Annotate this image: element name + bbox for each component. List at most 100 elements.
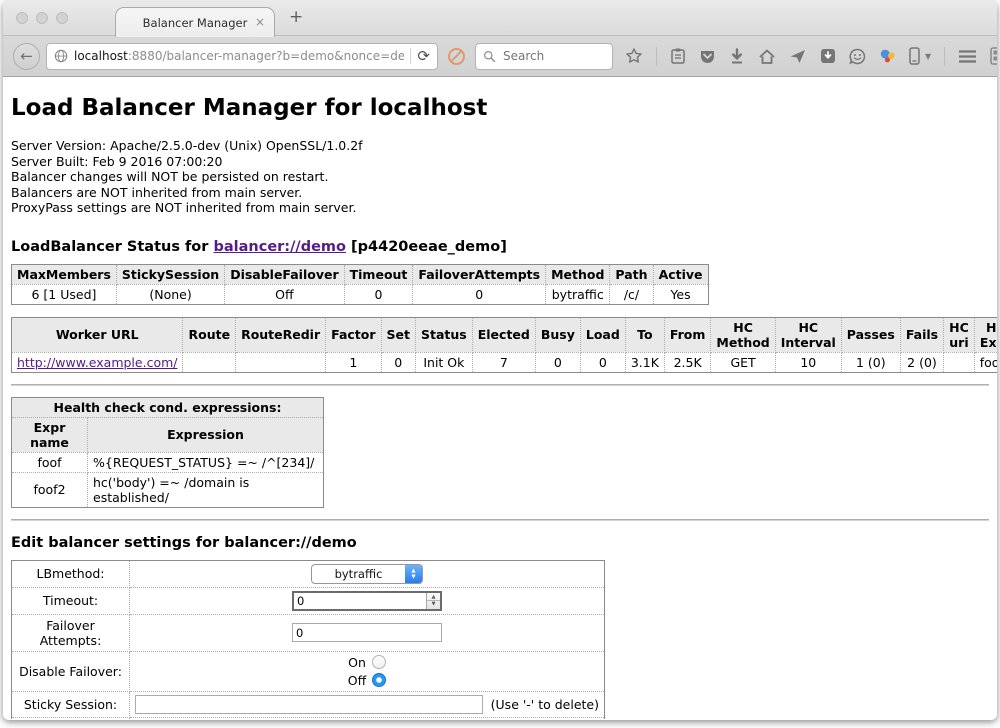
lbmethod-row: LBmethod: bytraffic ▲▼ <box>12 560 605 587</box>
health-check-table: Health check cond. expressions: Expr nam… <box>11 397 324 508</box>
disable-failover-label: Disable Failover: <box>12 651 130 691</box>
cell-route <box>183 352 236 372</box>
timeout-input[interactable] <box>294 593 426 609</box>
zoom-window-button[interactable] <box>56 12 68 24</box>
balancer-summary-table: MaxMembers StickySession DisableFailover… <box>11 264 709 305</box>
chat-smiley-icon[interactable] <box>849 48 866 65</box>
url-host: localhost <box>74 49 128 63</box>
col-hc-interval: HC Interval <box>775 317 841 352</box>
col-disablefailover: DisableFailover <box>225 264 344 284</box>
cell-passes: 1 (0) <box>841 352 900 372</box>
worker-url-link[interactable]: http://www.example.com/ <box>17 355 177 370</box>
pocket-icon[interactable] <box>699 48 716 65</box>
lbmethod-cell: bytraffic ▲▼ <box>130 560 605 587</box>
radio-off[interactable] <box>372 673 386 687</box>
minimize-window-button[interactable] <box>36 12 48 24</box>
toolbar-icons: ▼ <box>625 47 997 66</box>
cell-timeout: 0 <box>344 284 413 304</box>
health-title-row: Health check cond. expressions: <box>12 397 324 417</box>
notice-inherit: Balancers are NOT inherited from main se… <box>11 185 989 201</box>
col-hc-expr: HC Expr <box>974 317 997 352</box>
balancer-data-row: 6 [1 Used] (None) Off 0 0 bytraffic /c/ … <box>12 284 709 304</box>
new-tab-button[interactable]: + <box>289 9 303 26</box>
cell-active: Yes <box>653 284 708 304</box>
page-content: Load Balancer Manager for localhost Serv… <box>3 77 997 719</box>
cell-from: 2.5K <box>664 352 711 372</box>
reading-list-icon[interactable] <box>670 47 686 65</box>
hello-icon[interactable] <box>879 48 896 65</box>
server-version-line: Server Version: Apache/2.5.0-dev (Unix) … <box>11 138 989 154</box>
col-busy: Busy <box>535 317 580 352</box>
close-window-button[interactable] <box>16 12 28 24</box>
window-controls <box>16 12 68 24</box>
tab-close-icon[interactable]: × <box>255 16 265 28</box>
add-worker-cell: Are you sure? <box>130 717 605 719</box>
cell-expression-2: hc('body') =~ /domain is established/ <box>88 472 324 507</box>
device-dropdown-caret[interactable]: ▼ <box>925 52 931 61</box>
sticky-session-note: (Use '-' to delete) <box>491 697 599 712</box>
download-icon[interactable] <box>729 48 745 65</box>
col-load: Load <box>580 317 625 352</box>
cell-fails: 2 (0) <box>900 352 943 372</box>
reload-button[interactable]: ⟳ <box>417 49 430 64</box>
add-worker-label: Add New Worker: <box>12 717 130 719</box>
health-table-title: Health check cond. expressions: <box>12 397 324 417</box>
col-active: Active <box>653 264 708 284</box>
urlbar-divider <box>410 48 411 64</box>
tab-bar: Balancer Manager × + <box>3 0 997 36</box>
cell-set: 0 <box>381 352 415 372</box>
loadbalancer-status-heading: LoadBalancer Status for balancer://demo … <box>11 239 989 255</box>
worker-table: Worker URL Route RouteRedir Factor Set S… <box>11 317 997 373</box>
search-bar[interactable] <box>475 43 613 70</box>
col-from: From <box>664 317 711 352</box>
col-route: Route <box>183 317 236 352</box>
menu-hamburger-icon[interactable] <box>958 49 977 64</box>
radio-on-label: On <box>348 655 366 670</box>
edit-balancer-heading: Edit balancer settings for balancer://de… <box>11 535 989 551</box>
bookmark-star-icon[interactable] <box>625 47 643 65</box>
cell-worker-url: http://www.example.com/ <box>12 352 183 372</box>
notice-persist: Balancer changes will NOT be persisted o… <box>11 169 989 185</box>
browser-window: Balancer Manager × + ← localhost:8880/ba… <box>3 0 997 720</box>
col-maxmembers: MaxMembers <box>12 264 117 284</box>
failover-attempts-input[interactable] <box>292 623 442 642</box>
url-text[interactable]: localhost:8880/balancer-manager?b=demo&n… <box>74 49 404 63</box>
cell-disablefailover: Off <box>225 284 344 304</box>
content-blocker-icon[interactable] <box>448 48 465 65</box>
navigation-toolbar: ← localhost:8880/balancer-manager?b=demo… <box>3 36 997 77</box>
lbmethod-select[interactable]: bytraffic ▲▼ <box>311 564 423 584</box>
timeout-stepper[interactable]: ▲▼ <box>292 591 442 611</box>
col-stickysession: StickySession <box>116 264 224 284</box>
timeout-row: Timeout: ▲▼ <box>12 587 605 614</box>
back-button[interactable]: ← <box>13 43 40 70</box>
search-input[interactable] <box>501 48 591 64</box>
tab-balancer-manager[interactable]: Balancer Manager × <box>115 7 275 37</box>
send-tab-icon[interactable] <box>789 48 807 65</box>
tiles-grid-icon[interactable] <box>990 47 997 65</box>
device-sync-icon[interactable] <box>909 47 920 65</box>
col-to: To <box>625 317 664 352</box>
cell-failoverattempts: 0 <box>413 284 546 304</box>
spinner-icon[interactable]: ▲▼ <box>426 593 440 609</box>
balancer-header-row: MaxMembers StickySession DisableFailover… <box>12 264 709 284</box>
col-factor: Factor <box>326 317 381 352</box>
cell-expression-1: %{REQUEST_STATUS} =~ /^[234]/ <box>88 452 324 472</box>
radio-on[interactable] <box>372 655 386 669</box>
toolbar-separator-2 <box>944 47 945 66</box>
balancer-demo-link[interactable]: balancer://demo <box>213 239 346 255</box>
server-built-line: Server Built: Feb 9 2016 07:00:20 <box>11 154 989 170</box>
home-icon[interactable] <box>758 48 776 65</box>
sticky-session-label: Sticky Session: <box>12 691 130 717</box>
col-hc-uri: HC uri <box>944 317 975 352</box>
save-to-device-icon[interactable] <box>820 48 836 64</box>
add-worker-row: Add New Worker: Are you sure? <box>12 717 605 719</box>
toolbar-separator <box>656 47 657 66</box>
divider <box>11 384 989 386</box>
server-info: Server Version: Apache/2.5.0-dev (Unix) … <box>11 138 989 216</box>
col-method: Method <box>546 264 610 284</box>
url-bar[interactable]: localhost:8880/balancer-manager?b=demo&n… <box>46 43 438 70</box>
lbmethod-label: LBmethod: <box>12 560 130 587</box>
cell-expr-name-1: foof <box>12 452 88 472</box>
sticky-session-input[interactable] <box>135 695 483 714</box>
timeout-cell: ▲▼ <box>130 587 605 614</box>
